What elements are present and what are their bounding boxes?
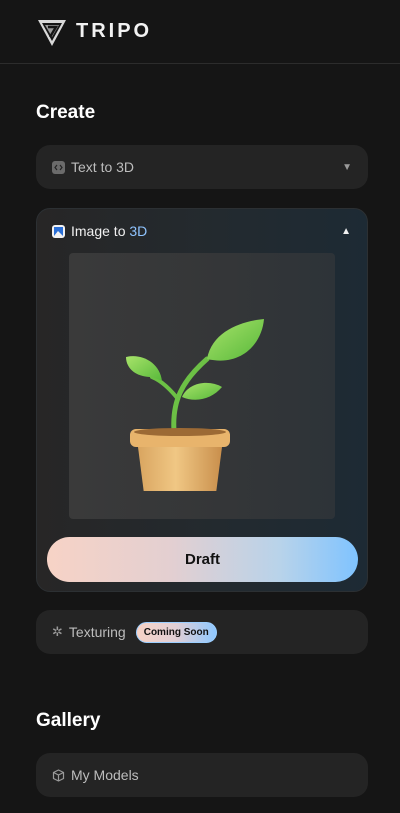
gallery-title: Gallery: [36, 710, 101, 731]
texturing-label: Texturing: [68, 624, 126, 640]
text-to-3d-header[interactable]: Text to 3D ▼: [36, 145, 368, 189]
coming-soon-badge: Coming Soon: [135, 621, 217, 643]
texturing-header[interactable]: ✲ Texturing Coming Soon: [36, 610, 368, 654]
image-to-3d-header[interactable]: Image to 3D ▲: [37, 209, 367, 253]
tripo-logo-icon[interactable]: [36, 16, 68, 48]
brand-name[interactable]: TRIPO: [76, 20, 152, 43]
draft-button[interactable]: Draft: [47, 537, 358, 582]
image-preview[interactable]: [69, 253, 335, 519]
code-icon: [52, 160, 65, 174]
my-models-panel[interactable]: My Models: [36, 753, 368, 797]
texture-icon: ✲: [52, 624, 63, 639]
chevron-down-icon: ▼: [342, 161, 352, 173]
chevron-up-icon: ▲: [341, 225, 351, 237]
image-icon: [52, 224, 65, 238]
potted-plant-image: [126, 319, 264, 491]
my-models-label: My Models: [71, 767, 139, 783]
image-to-3d-label: Image to 3D: [71, 223, 148, 239]
text-to-3d-panel[interactable]: Text to 3D ▼: [36, 145, 368, 189]
my-models-header[interactable]: My Models: [36, 753, 368, 797]
create-title: Create: [36, 102, 96, 123]
cube-icon: [52, 768, 65, 782]
texturing-panel[interactable]: ✲ Texturing Coming Soon: [36, 610, 368, 654]
image-to-3d-panel: Image to 3D ▲ Draft: [36, 208, 368, 592]
top-bar: TRIPO: [0, 0, 400, 64]
text-to-3d-label: Text to 3D: [71, 159, 135, 175]
